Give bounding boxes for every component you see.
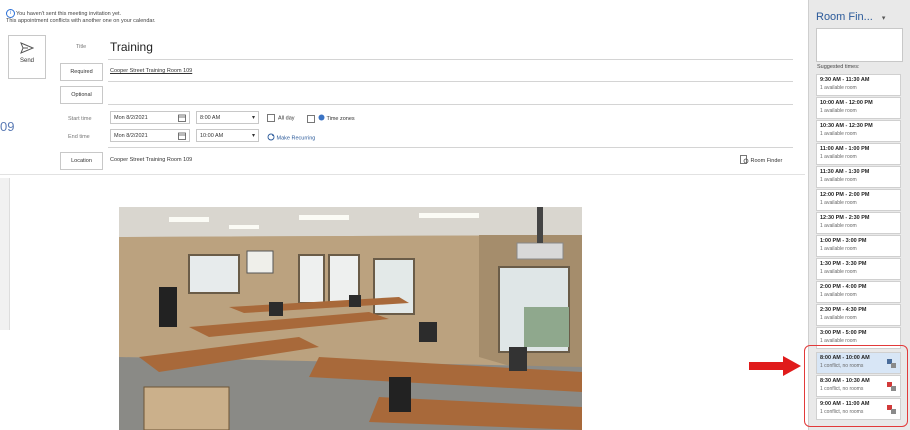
slot-time: 10:00 AM - 12:00 PM [820,100,873,106]
optional-underline[interactable] [108,104,793,105]
send-button[interactable]: Send [8,35,46,79]
left-cutoff-text: 09 [0,119,15,134]
highlight-box [804,345,908,427]
slot-time: 3:00 PM - 5:00 PM [820,330,867,336]
required-button[interactable]: Required [60,63,103,81]
slot-time: 11:00 AM - 1:00 PM [820,146,870,152]
slot-time: 2:30 PM - 4:30 PM [820,307,867,313]
title-label: Title [76,44,87,50]
time-zones-checkbox[interactable] [307,114,315,123]
slot-time: 1:00 PM - 3:00 PM [820,238,867,244]
slot-status: 1 available room [820,223,857,229]
end-time-label: End time [68,134,90,140]
slot-status: 1 available room [820,131,857,137]
send-label: Send [19,58,34,64]
location-input[interactable]: Cooper Street Training Room 109 [110,157,192,163]
slot-status: 1 available room [820,292,857,298]
room-finder-label: Room Finder [750,157,783,164]
suggested-times-label: Suggested times: [817,64,860,70]
required-underline [108,81,793,82]
slot-status: 1 available room [820,269,857,275]
slot-status: 1 available room [820,315,857,321]
suggested-time-slot[interactable]: 11:30 AM - 1:30 PM 1 available room [816,166,901,188]
end-date-value: Mon 8/2/2021 [114,133,148,139]
title-input[interactable]: Training [110,40,153,54]
suggested-time-slot[interactable]: 10:30 AM - 12:30 PM 1 available room [816,120,901,142]
chevron-down-icon: ▾ [251,115,255,121]
slot-time: 11:30 AM - 1:30 PM [820,169,870,175]
optional-button[interactable]: Optional [60,86,103,104]
room-finder-icon [740,155,749,166]
info-banner: i You haven't sent this meeting invitatio… [6,9,156,25]
slot-time: 2:00 PM - 4:00 PM [820,284,867,290]
start-time-label: Start time [68,116,92,122]
all-day-toggle[interactable]: All day [267,114,295,122]
room-finder-button[interactable]: Room Finder [740,155,782,166]
suggested-time-slot[interactable]: 12:00 PM - 2:00 PM 1 available room [816,189,901,211]
info-line-2: This appointment conflicts with another … [6,18,156,24]
start-time-dropdown[interactable]: 8:00 AM ▾ [196,111,259,124]
suggested-time-slot[interactable]: 9:30 AM - 11:30 AM 1 available room [816,74,901,96]
start-time-value: 8:00 AM [200,115,221,121]
slot-time: 9:30 AM - 11:30 AM [820,77,870,83]
slot-time: 1:30 PM - 3:30 PM [820,261,867,267]
slot-status: 1 available room [820,154,857,160]
time-underline [108,147,793,148]
slot-status: 1 available room [820,108,857,114]
header-separator [0,174,805,175]
suggested-time-slot[interactable]: 2:00 PM - 4:00 PM 1 available room [816,281,901,303]
left-gutter [0,178,10,330]
slot-time: 10:30 AM - 12:30 PM [820,123,873,129]
end-date-picker[interactable]: Mon 8/2/2021 [110,129,190,142]
start-date-picker[interactable]: Mon 8/2/2021 [110,111,190,124]
calendar-icon [178,132,186,145]
suggested-time-slot[interactable]: 1:30 PM - 3:30 PM 1 available room [816,258,901,280]
recurrence-icon [267,133,275,143]
slot-status: 1 available room [820,338,857,344]
location-button[interactable]: Location [60,152,103,170]
red-arrow-icon [749,356,801,376]
room-finder-header[interactable]: Room Fin... ▾ [816,11,885,23]
required-attendees[interactable]: Cooper Street Training Room 109 [110,68,192,74]
suggested-time-slot[interactable]: 2:30 PM - 4:30 PM 1 available room [816,304,901,326]
mini-calendar[interactable] [816,28,903,62]
start-date-value: Mon 8/2/2021 [114,115,148,121]
all-day-label: All day [278,115,295,122]
slot-status: 1 available room [820,200,857,206]
suggested-time-slot[interactable]: 10:00 AM - 12:00 PM 1 available room [816,97,901,119]
suggested-time-slot[interactable]: 12:30 PM - 2:30 PM 1 available room [816,212,901,234]
slot-status: 1 available room [820,85,857,91]
end-time-value: 10:00 AM [200,133,224,139]
end-time-dropdown[interactable]: 10:00 AM ▾ [196,129,259,142]
suggested-time-slot[interactable]: 1:00 PM - 3:00 PM 1 available room [816,235,901,257]
globe-icon [318,114,325,123]
slot-status: 1 available room [820,177,857,183]
chevron-down-icon: ▾ [881,15,886,22]
slot-time: 12:00 PM - 2:00 PM [820,192,870,198]
chevron-down-icon: ▾ [251,133,255,139]
info-line-1: You haven't sent this meeting invitation… [16,10,122,17]
training-room-photo [119,207,582,430]
room-finder-title: Room Fin... [816,11,873,23]
info-icon: i [6,9,15,18]
make-recurring-button[interactable]: Make Recurring [267,133,315,143]
calendar-icon [178,114,186,127]
send-icon [20,42,34,54]
slot-status: 1 available room [820,246,857,252]
suggested-time-slot[interactable]: 11:00 AM - 1:00 PM 1 available room [816,143,901,165]
time-zones-label: Time zones [326,115,355,122]
title-underline [108,59,793,60]
make-recurring-label: Make Recurring [276,135,316,142]
slot-time: 12:30 PM - 2:30 PM [820,215,870,221]
all-day-checkbox[interactable] [267,114,275,122]
time-zones-toggle[interactable]: Time zones [307,114,355,123]
